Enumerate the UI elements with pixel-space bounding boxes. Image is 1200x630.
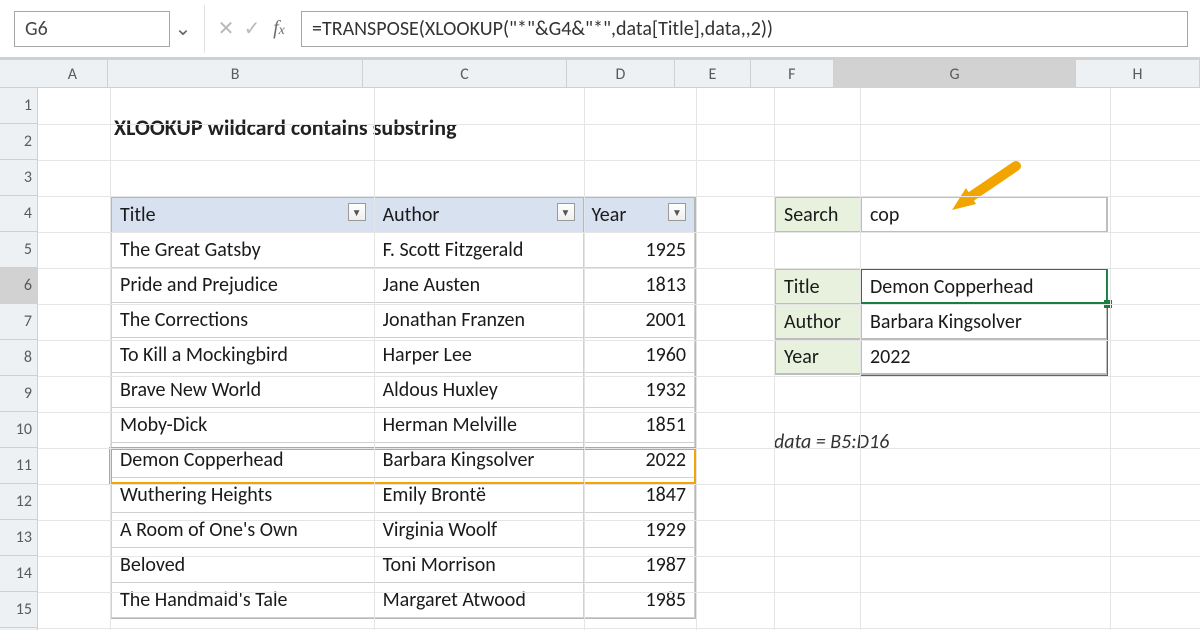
row-header-12[interactable]: 12 bbox=[0, 484, 38, 520]
result-key: Title bbox=[775, 269, 861, 304]
row-header-13[interactable]: 13 bbox=[0, 520, 38, 556]
table-cell[interactable]: Jane Austen bbox=[374, 268, 583, 303]
search-panel: Search cop bbox=[774, 196, 1108, 233]
table-cell[interactable]: 1985 bbox=[583, 583, 695, 618]
table-header-title[interactable]: Title ▼ bbox=[112, 198, 375, 233]
table-header-label: Year bbox=[592, 203, 627, 227]
table-cell[interactable]: 2001 bbox=[583, 303, 695, 338]
table-cell[interactable]: To Kill a Mockingbird bbox=[112, 338, 375, 373]
row-header-8[interactable]: 8 bbox=[0, 340, 38, 376]
name-box-value: G6 bbox=[25, 17, 48, 41]
col-header-C[interactable]: C bbox=[363, 60, 566, 88]
table-cell[interactable]: 1813 bbox=[583, 268, 695, 303]
table-cell[interactable]: 1929 bbox=[583, 513, 695, 548]
table-header-author[interactable]: Author ▼ bbox=[374, 198, 583, 233]
table-cell[interactable]: Aldous Huxley bbox=[374, 373, 583, 408]
table-cell[interactable]: Brave New World bbox=[112, 373, 375, 408]
table-row[interactable]: The Great GatsbyF. Scott Fitzgerald1925 bbox=[112, 233, 695, 268]
table-header-label: Author bbox=[383, 203, 440, 227]
table-cell[interactable]: Margaret Atwood bbox=[374, 583, 583, 618]
table-row[interactable]: To Kill a MockingbirdHarper Lee1960 bbox=[112, 338, 695, 373]
table-cell[interactable]: The Handmaid's Tale bbox=[112, 583, 375, 618]
col-header-A[interactable]: A bbox=[38, 60, 108, 88]
table-cell[interactable]: Jonathan Franzen bbox=[374, 303, 583, 338]
table-cell[interactable]: Wuthering Heights bbox=[112, 478, 375, 513]
row-headers: 123456789101112131415 bbox=[0, 88, 38, 630]
fx-icon[interactable]: fx bbox=[265, 17, 293, 40]
table-cell[interactable]: The Corrections bbox=[112, 303, 375, 338]
table-cell[interactable]: F. Scott Fitzgerald bbox=[374, 233, 583, 268]
result-key: Author bbox=[775, 304, 861, 339]
row-header-4[interactable]: 4 bbox=[0, 196, 38, 232]
cell-grid[interactable]: XLOOKUP wildcard contains substring Titl… bbox=[38, 88, 1200, 630]
row-header-3[interactable]: 3 bbox=[0, 160, 38, 196]
table-cell[interactable]: 1987 bbox=[583, 548, 695, 583]
row-header-2[interactable]: 2 bbox=[0, 124, 38, 160]
search-label: Search bbox=[775, 197, 861, 232]
table-cell[interactable]: Pride and Prejudice bbox=[112, 268, 375, 303]
table-row[interactable]: Wuthering HeightsEmily Brontë1847 bbox=[112, 478, 695, 513]
search-input[interactable]: cop bbox=[861, 197, 1107, 232]
formula-input[interactable]: =TRANSPOSE(XLOOKUP("*"&G4&"*",data[Title… bbox=[301, 11, 1188, 47]
name-box[interactable]: G6 bbox=[14, 11, 170, 47]
table-cell[interactable]: Toni Morrison bbox=[374, 548, 583, 583]
table-cell[interactable]: Virginia Woolf bbox=[374, 513, 583, 548]
row-header-14[interactable]: 14 bbox=[0, 556, 38, 592]
table-row[interactable]: Pride and PrejudiceJane Austen1813 bbox=[112, 268, 695, 303]
col-header-G[interactable]: G bbox=[834, 60, 1076, 88]
table-cell[interactable]: A Room of One's Own bbox=[112, 513, 375, 548]
table-cell[interactable]: 1847 bbox=[583, 478, 695, 513]
result-panel: TitleDemon CopperheadAuthorBarbara Kings… bbox=[774, 268, 1108, 375]
table-cell[interactable]: 1925 bbox=[583, 233, 695, 268]
confirm-icon[interactable]: ✓ bbox=[239, 16, 265, 41]
col-header-B[interactable]: B bbox=[108, 60, 364, 88]
table-row[interactable]: The Handmaid's TaleMargaret Atwood1985 bbox=[112, 583, 695, 618]
col-header-H[interactable]: H bbox=[1076, 60, 1200, 88]
row-header-9[interactable]: 9 bbox=[0, 376, 38, 412]
col-header-E[interactable]: E bbox=[675, 60, 751, 88]
row-header-7[interactable]: 7 bbox=[0, 304, 38, 340]
data-range-note: data = B5:D16 bbox=[774, 430, 889, 454]
search-value: cop bbox=[870, 203, 899, 227]
formula-bar: G6 ⌄ ✕ ✓ fx =TRANSPOSE(XLOOKUP("*"&G4&"*… bbox=[0, 0, 1200, 60]
table-row[interactable]: The CorrectionsJonathan Franzen2001 bbox=[112, 303, 695, 338]
col-header-F[interactable]: F bbox=[751, 60, 834, 88]
row-header-6[interactable]: 6 bbox=[0, 268, 38, 304]
filter-dropdown-icon[interactable]: ▼ bbox=[348, 203, 366, 221]
name-box-dropdown-icon[interactable]: ⌄ bbox=[170, 16, 196, 41]
table-cell[interactable]: 1932 bbox=[583, 373, 695, 408]
table-row[interactable]: A Room of One's OwnVirginia Woolf1929 bbox=[112, 513, 695, 548]
table-cell[interactable]: The Great Gatsby bbox=[112, 233, 375, 268]
divider bbox=[204, 5, 205, 53]
table-cell[interactable]: Harper Lee bbox=[374, 338, 583, 373]
table-header-label: Title bbox=[120, 203, 156, 227]
result-value[interactable]: Barbara Kingsolver bbox=[861, 304, 1107, 339]
spreadsheet-window: G6 ⌄ ✕ ✓ fx =TRANSPOSE(XLOOKUP("*"&G4&"*… bbox=[0, 0, 1200, 630]
table-cell[interactable]: Beloved bbox=[112, 548, 375, 583]
row-header-5[interactable]: 5 bbox=[0, 232, 38, 268]
filter-dropdown-icon[interactable]: ▼ bbox=[557, 203, 575, 221]
table-cell[interactable]: Emily Brontë bbox=[374, 478, 583, 513]
result-value[interactable]: 2022 bbox=[861, 339, 1107, 374]
col-header-D[interactable]: D bbox=[567, 60, 675, 88]
cancel-icon[interactable]: ✕ bbox=[213, 16, 239, 41]
table-header-year[interactable]: Year ▼ bbox=[583, 198, 695, 233]
table-cell[interactable]: 1960 bbox=[583, 338, 695, 373]
row-header-11[interactable]: 11 bbox=[0, 448, 38, 484]
row-header-1[interactable]: 1 bbox=[0, 88, 38, 124]
page-title: XLOOKUP wildcard contains substring bbox=[114, 114, 457, 141]
row-header-15[interactable]: 15 bbox=[0, 592, 38, 628]
row-header-10[interactable]: 10 bbox=[0, 412, 38, 448]
table-row[interactable]: BelovedToni Morrison1987 bbox=[112, 548, 695, 583]
table-row[interactable]: Brave New WorldAldous Huxley1932 bbox=[112, 373, 695, 408]
formula-text: =TRANSPOSE(XLOOKUP("*"&G4&"*",data[Title… bbox=[312, 17, 773, 41]
result-value[interactable]: Demon Copperhead bbox=[861, 269, 1107, 304]
filter-dropdown-icon[interactable]: ▼ bbox=[668, 203, 686, 221]
column-headers: ABCDEFGH bbox=[0, 60, 1200, 88]
result-key: Year bbox=[775, 339, 861, 374]
